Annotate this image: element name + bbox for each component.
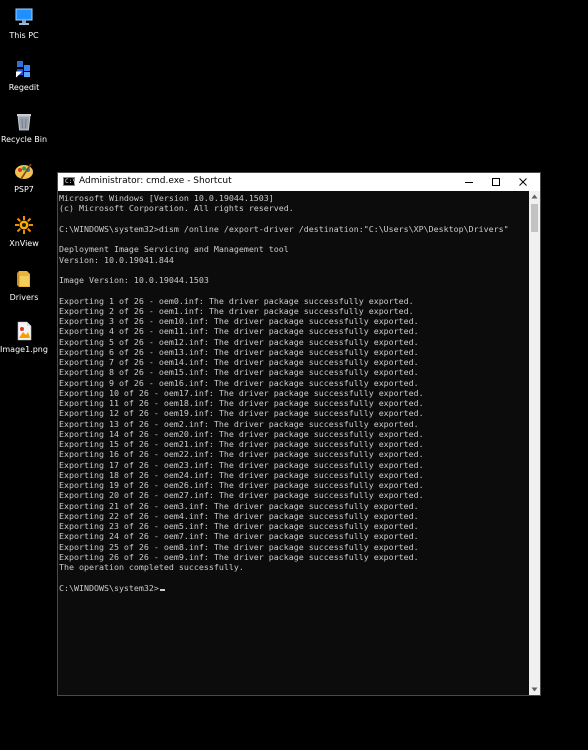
console-line: Exporting 22 of 26 - oem4.inf: The drive… [59, 510, 419, 521]
recycle-bin-icon [17, 114, 31, 131]
console-line: Exporting 25 of 26 - oem8.inf: The drive… [59, 541, 419, 552]
minimize-button[interactable] [456, 173, 482, 191]
console-line: Exporting 11 of 26 - oem18.inf: The driv… [59, 398, 424, 408]
desktop-icon-image1[interactable]: Image1.png [0, 320, 48, 355]
console-line: Image Version: 10.0.19044.1503 [59, 275, 209, 285]
minimize-icon [465, 182, 473, 183]
console-line: Version: 10.0.19041.844 [59, 254, 174, 265]
desktop-icon-this-pc[interactable]: This PC [0, 6, 48, 41]
console-line: Microsoft Windows [Version 10.0.19044.15… [59, 193, 274, 203]
console-line: (c) Microsoft Corporation. All rights re… [59, 203, 294, 214]
console-line: Exporting 20 of 26 - oem27.inf: The driv… [59, 490, 424, 501]
desktop-icon-label: This PC [9, 31, 39, 40]
desktop-icon-label: XnView [9, 239, 39, 248]
console-line: The operation completed successfully. [59, 562, 244, 572]
command-prompt-line[interactable]: C:\WINDOWS\system32> [59, 583, 529, 593]
window-title: Administrator: cmd.exe - Shortcut [79, 176, 232, 186]
close-icon [519, 178, 527, 186]
console-line: Exporting 15 of 26 - oem21.inf: The driv… [59, 439, 424, 449]
computer-icon [15, 8, 33, 25]
console-line: Deployment Image Servicing and Managemen… [59, 244, 289, 255]
text-cursor [159, 588, 165, 591]
desktop-icon-label: Image1.png [0, 345, 48, 354]
registry-icon [15, 61, 30, 78]
console-line: Exporting 19 of 26 - oem26.inf: The driv… [59, 480, 424, 490]
console-line: Exporting 13 of 26 - oem2.inf: The drive… [59, 418, 419, 429]
console-line: Exporting 5 of 26 - oem12.inf: The drive… [59, 336, 419, 347]
desktop-icon-label: Drivers [9, 293, 39, 302]
close-button[interactable] [510, 173, 536, 191]
title-bar[interactable]: C:\ Administrator: cmd.exe - Shortcut [58, 173, 540, 191]
scroll-down-button[interactable] [529, 684, 540, 695]
console-line: Exporting 1 of 26 - oem0.inf: The driver… [59, 295, 414, 306]
console-line: Exporting 2 of 26 - oem1.inf: The driver… [59, 305, 414, 316]
console-output[interactable]: Microsoft Windows [Version 10.0.19044.15… [58, 191, 529, 695]
console-line: Exporting 6 of 26 - oem13.inf: The drive… [59, 346, 419, 357]
console-line: Exporting 23 of 26 - oem5.inf: The drive… [59, 521, 419, 531]
console-line: Exporting 7 of 26 - oem14.inf: The drive… [59, 357, 419, 367]
cmd-window[interactable]: C:\ Administrator: cmd.exe - Shortcut Mi… [57, 172, 541, 696]
console-line: Exporting 21 of 26 - oem3.inf: The drive… [59, 500, 419, 511]
console-line: C:\WINDOWS\system32>dism /online /export… [59, 223, 509, 234]
console-line: Exporting 10 of 26 - oem17.inf: The driv… [59, 387, 424, 398]
vertical-scrollbar[interactable] [529, 191, 540, 695]
desktop-icon-xnview[interactable]: XnView [0, 214, 48, 249]
desktop-icon-label: Recycle Bin [0, 135, 48, 144]
maximize-icon [492, 178, 500, 186]
folder-icon [17, 271, 30, 287]
console-line: Exporting 4 of 26 - oem11.inf: The drive… [59, 326, 419, 337]
chevron-up-icon [531, 194, 538, 199]
console-line: Exporting 9 of 26 - oem16.inf: The drive… [59, 377, 419, 388]
desktop-icon-recycle-bin[interactable]: Recycle Bin [0, 110, 48, 145]
desktop-icon-label: Regedit [8, 83, 40, 92]
console-line: Exporting 18 of 26 - oem24.inf: The driv… [59, 469, 424, 480]
command-prompt: C:\WINDOWS\system32> [59, 582, 159, 593]
cmd-app-icon: C:\ [63, 177, 76, 186]
scrollbar-thumb[interactable] [531, 204, 538, 232]
desktop-icon-drivers[interactable]: Drivers [0, 268, 48, 303]
paint-shop-pro-icon [15, 163, 33, 180]
image-file-icon [17, 321, 32, 341]
desktop-icon-regedit[interactable]: Regedit [0, 58, 48, 93]
console-line: Exporting 14 of 26 - oem20.inf: The driv… [59, 428, 424, 439]
xnview-icon [15, 216, 33, 234]
console-line: Exporting 3 of 26 - oem10.inf: The drive… [59, 316, 419, 326]
desktop-icon-psp7[interactable]: PSP7 [0, 160, 48, 195]
console-line: Exporting 16 of 26 - oem22.inf: The driv… [59, 449, 424, 460]
desktop-icon-label: PSP7 [14, 185, 34, 194]
console-line: Exporting 24 of 26 - oem7.inf: The drive… [59, 531, 419, 542]
console-line: Exporting 12 of 26 - oem19.inf: The driv… [59, 408, 424, 419]
maximize-button[interactable] [483, 173, 509, 191]
console-line: Exporting 26 of 26 - oem9.inf: The drive… [59, 551, 419, 562]
console-line: Exporting 8 of 26 - oem15.inf: The drive… [59, 367, 419, 378]
chevron-down-icon [531, 687, 538, 692]
console-line: Exporting 17 of 26 - oem23.inf: The driv… [59, 459, 424, 470]
scroll-up-button[interactable] [529, 191, 540, 202]
